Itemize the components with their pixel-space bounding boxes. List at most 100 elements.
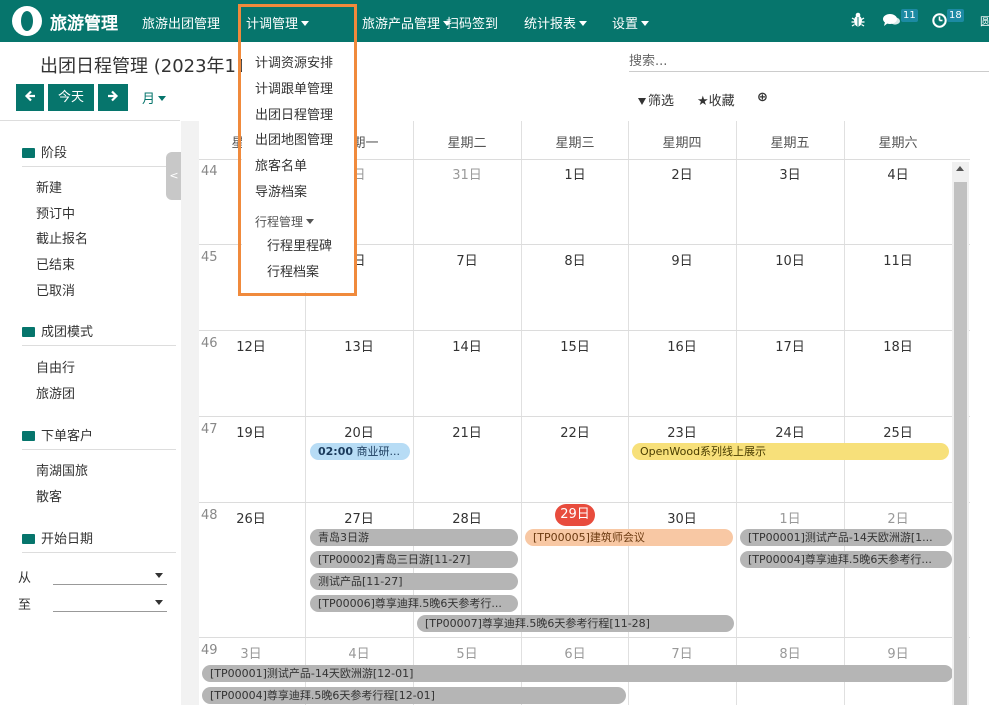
day-cell[interactable]: 11日 — [844, 250, 952, 269]
search-input[interactable]: 搜索... — [629, 46, 989, 72]
chevron-down-icon — [155, 573, 163, 578]
calendar-event[interactable]: [TP00001]测试产品-14天欧洲游[12-01] — [202, 665, 953, 682]
filter-item[interactable]: 预订中 — [36, 203, 75, 222]
day-cell[interactable]: 15日 — [521, 336, 629, 355]
menu-tour-group[interactable]: 旅游出团管理 — [142, 13, 220, 32]
day-cell[interactable]: 14日 — [413, 336, 521, 355]
day-cell[interactable]: 23日 — [628, 422, 736, 441]
calendar-event[interactable]: 青岛3日游 — [310, 529, 518, 546]
filter-group-start-date: 开始日期 — [22, 528, 93, 547]
calendar-event[interactable]: [TP00002]青岛三日游[11-27] — [310, 551, 518, 568]
filter-item[interactable]: 截止报名 — [36, 228, 88, 247]
favorite-button[interactable]: ★收藏 — [697, 90, 735, 109]
day-cell[interactable]: 18日 — [844, 336, 952, 355]
day-cell[interactable]: 8日 — [521, 250, 629, 269]
day-cell[interactable]: 22日 — [521, 422, 629, 441]
day-cell[interactable]: 9日 — [628, 250, 736, 269]
menu-products[interactable]: 旅游产品管理 — [362, 13, 452, 32]
day-cell[interactable]: 7日 — [628, 643, 736, 662]
clock-icon[interactable] — [932, 13, 947, 28]
date-from-input[interactable] — [53, 565, 167, 585]
day-cell[interactable]: 16日 — [628, 336, 736, 355]
calendar-event[interactable]: 测试产品[11-27] — [310, 573, 518, 590]
scrollbar-thumb[interactable] — [954, 182, 967, 705]
calendar-event[interactable]: [TP00004]尊享迪拜.5晚6天参考行... — [740, 551, 952, 568]
calendar-event[interactable]: [TP00004]尊享迪拜.5晚6天参考行程[12-01] — [202, 687, 626, 704]
calendar-event[interactable]: OpenWood系列线上展示 — [632, 443, 949, 460]
calendar-event[interactable]: [TP00007]尊享迪拜.5晚6天参考行程[11-28] — [417, 615, 734, 632]
calendar-event[interactable]: [TP00005]建筑师会议 — [525, 529, 733, 546]
day-cell[interactable]: 26日 — [197, 508, 305, 527]
day-cell[interactable]: 13日 — [305, 336, 413, 355]
app-logo-icon[interactable] — [12, 6, 42, 36]
calendar-event[interactable]: [TP00001]测试产品-14天欧洲游[1... — [740, 529, 952, 546]
day-cell[interactable]: 8日 — [736, 643, 844, 662]
calendar-event[interactable]: [TP00006]尊享迪拜.5晚6天参考行... — [310, 595, 518, 612]
day-cell[interactable]: 5日 — [413, 643, 521, 662]
day-cell[interactable]: 6日 — [521, 643, 629, 662]
day-cell[interactable]: 3日 — [736, 164, 844, 183]
day-cell[interactable]: 12日 — [197, 336, 305, 355]
day-cell[interactable]: 2日 — [628, 164, 736, 183]
filter-item[interactable]: 散客 — [36, 486, 62, 505]
day-cell[interactable]: 7日 — [413, 250, 521, 269]
app-brand[interactable]: 旅游管理 — [50, 9, 118, 34]
day-cell[interactable]: 1日 — [521, 164, 629, 183]
day-cell[interactable]: 21日 — [413, 422, 521, 441]
divider — [22, 552, 176, 553]
week-number: 45 — [201, 250, 218, 265]
next-button[interactable] — [98, 84, 128, 111]
day-cell[interactable]: 28日 — [413, 508, 521, 527]
menu-scan-checkin[interactable]: 扫码签到 — [446, 13, 498, 32]
today-marker[interactable]: 29日 — [555, 504, 595, 526]
chat-count-badge: 11 — [901, 9, 918, 22]
day-cell[interactable]: 1日 — [736, 508, 844, 527]
day-cell[interactable]: 9日 — [844, 643, 952, 662]
day-header: 星期四 — [662, 136, 702, 151]
filter-item[interactable]: 新建 — [36, 177, 62, 196]
user-menu[interactable]: 圆 — [980, 13, 989, 29]
day-cell[interactable]: 20日 — [305, 422, 413, 441]
filter-icon — [638, 98, 646, 105]
day-cell[interactable]: 19日 — [197, 422, 305, 441]
day-cell[interactable]: 2日 — [844, 508, 952, 527]
top-navbar: 旅游管理 旅游出团管理 计调管理 旅游产品管理 扫码签到 统计报表 设置 11 … — [0, 0, 989, 42]
day-cell[interactable]: 3日 — [197, 643, 305, 662]
prev-button[interactable] — [16, 84, 44, 111]
menu-reports[interactable]: 统计报表 — [524, 13, 588, 32]
filter-item[interactable]: 南湖国旅 — [36, 460, 88, 479]
filter-item[interactable]: 旅游团 — [36, 383, 75, 402]
day-cell[interactable]: 17日 — [736, 336, 844, 355]
date-to-input[interactable] — [53, 592, 167, 612]
bug-icon[interactable] — [851, 12, 865, 28]
scroll-up-icon[interactable] — [956, 166, 964, 171]
grid-line — [199, 416, 970, 417]
search-options-button[interactable]: ⊕ — [757, 90, 768, 105]
sidebar-collapse-button[interactable]: < — [166, 152, 182, 200]
day-cell[interactable]: 24日 — [736, 422, 844, 441]
day-cell[interactable]: 10日 — [736, 250, 844, 269]
day-cell[interactable]: 4日 — [305, 643, 413, 662]
filter-item[interactable]: 已取消 — [36, 280, 75, 299]
day-cell[interactable]: 31日 — [413, 164, 521, 183]
today-button[interactable]: 今天 — [48, 84, 94, 111]
calendar-event[interactable]: 02:00 商业研... — [310, 443, 410, 460]
filter-group-stage: 阶段 — [22, 142, 67, 161]
menu-settings[interactable]: 设置 — [612, 13, 650, 32]
chevron-down-icon — [158, 96, 167, 101]
grid-line — [199, 637, 970, 638]
filter-button[interactable]: 筛选 — [638, 90, 674, 109]
day-header: 星期六 — [878, 136, 918, 151]
day-cell[interactable]: 30日 — [628, 508, 736, 527]
day-cell[interactable]: 25日 — [844, 422, 952, 441]
arrow-left-icon — [24, 90, 35, 102]
day-cell[interactable]: 4日 — [844, 164, 952, 183]
grid-line — [199, 502, 970, 503]
filter-item[interactable]: 已结束 — [36, 254, 75, 273]
chat-icon[interactable] — [883, 13, 901, 27]
filter-item[interactable]: 自由行 — [36, 357, 75, 376]
day-cell[interactable]: 27日 — [305, 508, 413, 527]
highlight-box — [238, 4, 357, 296]
view-mode-dropdown[interactable]: 月 — [142, 88, 167, 107]
date-from-label: 从 — [18, 571, 32, 586]
